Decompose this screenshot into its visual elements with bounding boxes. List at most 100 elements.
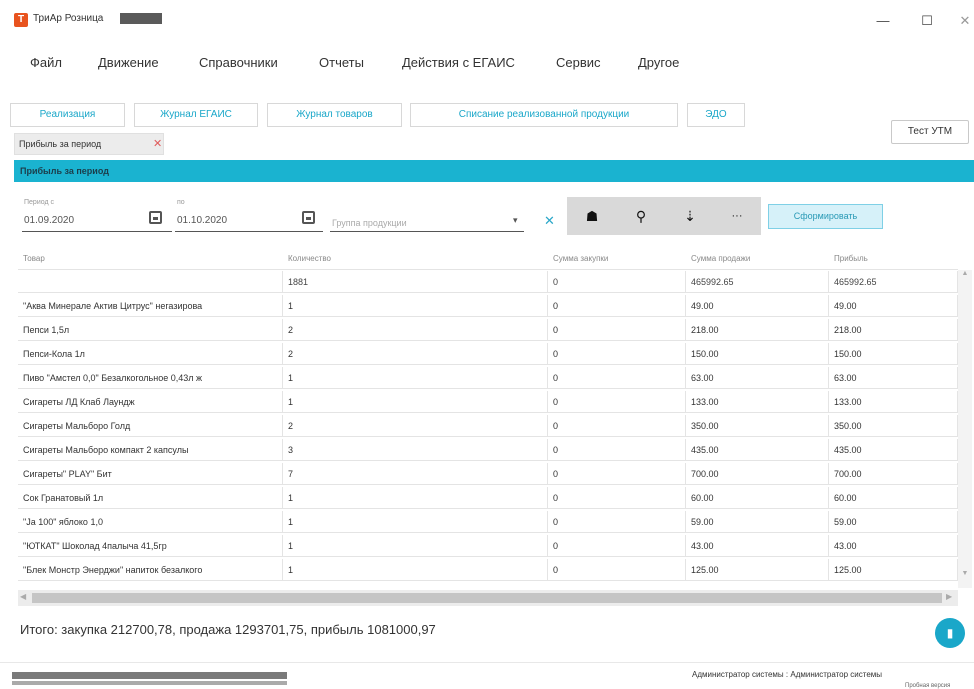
column-header-purchase[interactable]: Сумма закупки [548,248,686,270]
table-row[interactable]: Сигареты ЛД Клаб Лаундж 1 0 133.00 133.0… [18,391,958,413]
table-cell: 1 [283,367,548,389]
horizontal-scrollbar[interactable]: ◀ ▶ [18,590,958,606]
table-cell: 63.00 [829,367,958,389]
menu-reports[interactable]: Отчеты [319,55,364,70]
table-cell: 49.00 [686,295,829,317]
table-cell: 133.00 [829,391,958,413]
summary-cell: 465992.65 [829,271,958,293]
date-to-input[interactable]: 01.10.2020 [177,215,227,226]
export-document-icon[interactable]: ▮ [935,618,965,648]
menu-movement[interactable]: Движение [98,55,159,70]
table-cell: 1 [283,295,548,317]
panel-title: Прибыль за период [14,160,974,182]
minimize-button[interactable]: — [868,10,898,32]
horizontal-scroll-thumb[interactable] [32,593,942,603]
table-row[interactable]: Сигареты Мальборо компакт 2 капсулы 3 0 … [18,439,958,461]
table-row[interactable]: Пиво "Амстел 0,0" Безалкогольное 0,43л ж… [18,367,958,389]
version-label: Пробная версия [905,683,951,689]
vertical-scrollbar[interactable]: ▲ ▼ [958,270,972,588]
table-cell: 0 [548,463,686,485]
date-from-input[interactable]: 01.09.2020 [24,215,74,226]
table-row[interactable]: "Аква Минерале Актив Цитрус" негазирова … [18,295,958,317]
table-cell: 1 [283,559,548,581]
menu-other[interactable]: Другое [638,55,679,70]
close-window-button[interactable]: ✕ [950,10,974,32]
scroll-left-icon[interactable]: ◀ [20,592,26,601]
table-cell: 0 [548,391,686,413]
table-row[interactable]: Сигареты Мальборо Голд 2 0 350.00 350.00 [18,415,958,437]
table-cell: 1 [283,487,548,509]
table-cell: 43.00 [829,535,958,557]
summary-cell: 465992.65 [686,271,829,293]
table-row[interactable]: Пепси-Кола 1л 2 0 150.00 150.00 [18,343,958,365]
quick-tabs: Реализация Журнал ЕГАИС Журнал товаров С… [10,103,966,129]
title-bar: Т ТриАр Розница — ☐ ✕ [0,0,974,44]
table-cell: Пиво "Амстел 0,0" Безалкогольное 0,43л ж [18,367,283,389]
clear-filter-icon[interactable]: ✕ [544,213,555,229]
table-cell: 0 [548,415,686,437]
table-cell: 0 [548,343,686,365]
table-row[interactable]: Сок Гранатовый 1л 1 0 60.00 60.00 [18,487,958,509]
calendar-to-icon[interactable] [302,211,315,224]
sort-icon[interactable]: ⇣ [670,197,710,235]
redacted-title-part [120,13,162,24]
table-cell: 59.00 [686,511,829,533]
tab-egais-journal[interactable]: Журнал ЕГАИС [134,103,258,127]
column-header-profit[interactable]: Прибыль [829,248,958,270]
table-cell: 0 [548,487,686,509]
table-row[interactable]: Пепси 1,5л 2 0 218.00 218.00 [18,319,958,341]
scroll-right-icon[interactable]: ▶ [946,592,952,601]
pin-icon[interactable]: ⚲ [621,197,661,235]
tab-goods-journal[interactable]: Журнал товаров [267,103,402,127]
column-header-sales[interactable]: Сумма продажи [686,248,829,270]
table-cell: 49.00 [829,295,958,317]
table-cell: 43.00 [686,535,829,557]
table-cell: 435.00 [686,439,829,461]
tab-write-off[interactable]: Списание реализованной продукции [410,103,678,127]
table-cell: 0 [548,559,686,581]
window-title: ТриАр Розница [33,13,104,24]
chevron-down-icon[interactable]: ▾ [513,215,518,226]
table-cell: Сигареты Мальборо Голд [18,415,283,437]
table-row[interactable]: "ЮТКАТ" Шоколад 4палыча 41,5гр 1 0 43.00… [18,535,958,557]
table-cell: 0 [548,367,686,389]
column-header-quantity[interactable]: Количество [283,248,548,270]
table-cell: 60.00 [686,487,829,509]
more-icon[interactable]: ··· [717,197,757,235]
menu-file[interactable]: Файл [30,55,62,70]
document-tab[interactable]: Прибыль за период ✕ [14,133,164,155]
scroll-up-icon[interactable]: ▲ [958,270,972,282]
table-row[interactable]: "Ja 100" яблоко 1,0 1 0 59.00 59.00 [18,511,958,533]
tab-sales[interactable]: Реализация [10,103,125,127]
close-tab-icon[interactable]: ✕ [153,134,162,154]
column-header-product[interactable]: Товар [18,248,283,270]
table-cell: "Блек Монстр Энерджи" напиток безалкого [18,559,283,581]
table-cell: 59.00 [829,511,958,533]
table-cell: "ЮТКАТ" Шоколад 4палыча 41,5гр [18,535,283,557]
summary-cell: 1881 [283,271,548,293]
table-cell: "Аква Минерале Актив Цитрус" негазирова [18,295,283,317]
calendar-from-icon[interactable] [149,211,162,224]
table-cell: 350.00 [686,415,829,437]
menu-directories[interactable]: Справочники [199,55,278,70]
table-cell: 350.00 [829,415,958,437]
product-group-select[interactable]: Группа продукции [332,218,407,228]
test-utm-button[interactable]: Тест УТМ [891,120,969,144]
date-to-underline [175,231,323,232]
table-cell: 150.00 [829,343,958,365]
maximize-button[interactable]: ☐ [912,10,942,32]
scroll-down-icon[interactable]: ▼ [958,570,972,582]
table-row[interactable]: "Блек Монстр Энерджи" напиток безалкого … [18,559,958,581]
menu-service[interactable]: Сервис [556,55,601,70]
home-icon[interactable]: ☗ [572,197,612,235]
menu-egais-actions[interactable]: Действия с ЕГАИС [402,55,515,70]
generate-report-button[interactable]: Сформировать [768,204,883,229]
table-row[interactable]: Сигареты" PLAY" Бит 7 0 700.00 700.00 [18,463,958,485]
table-cell: 700.00 [829,463,958,485]
tab-edo[interactable]: ЭДО [687,103,745,127]
date-to-label: по [177,199,185,206]
table-cell: 3 [283,439,548,461]
status-bar: Администратор системы : Администратор си… [0,662,974,689]
table-cell: 0 [548,319,686,341]
summary-cell: 0 [548,271,686,293]
